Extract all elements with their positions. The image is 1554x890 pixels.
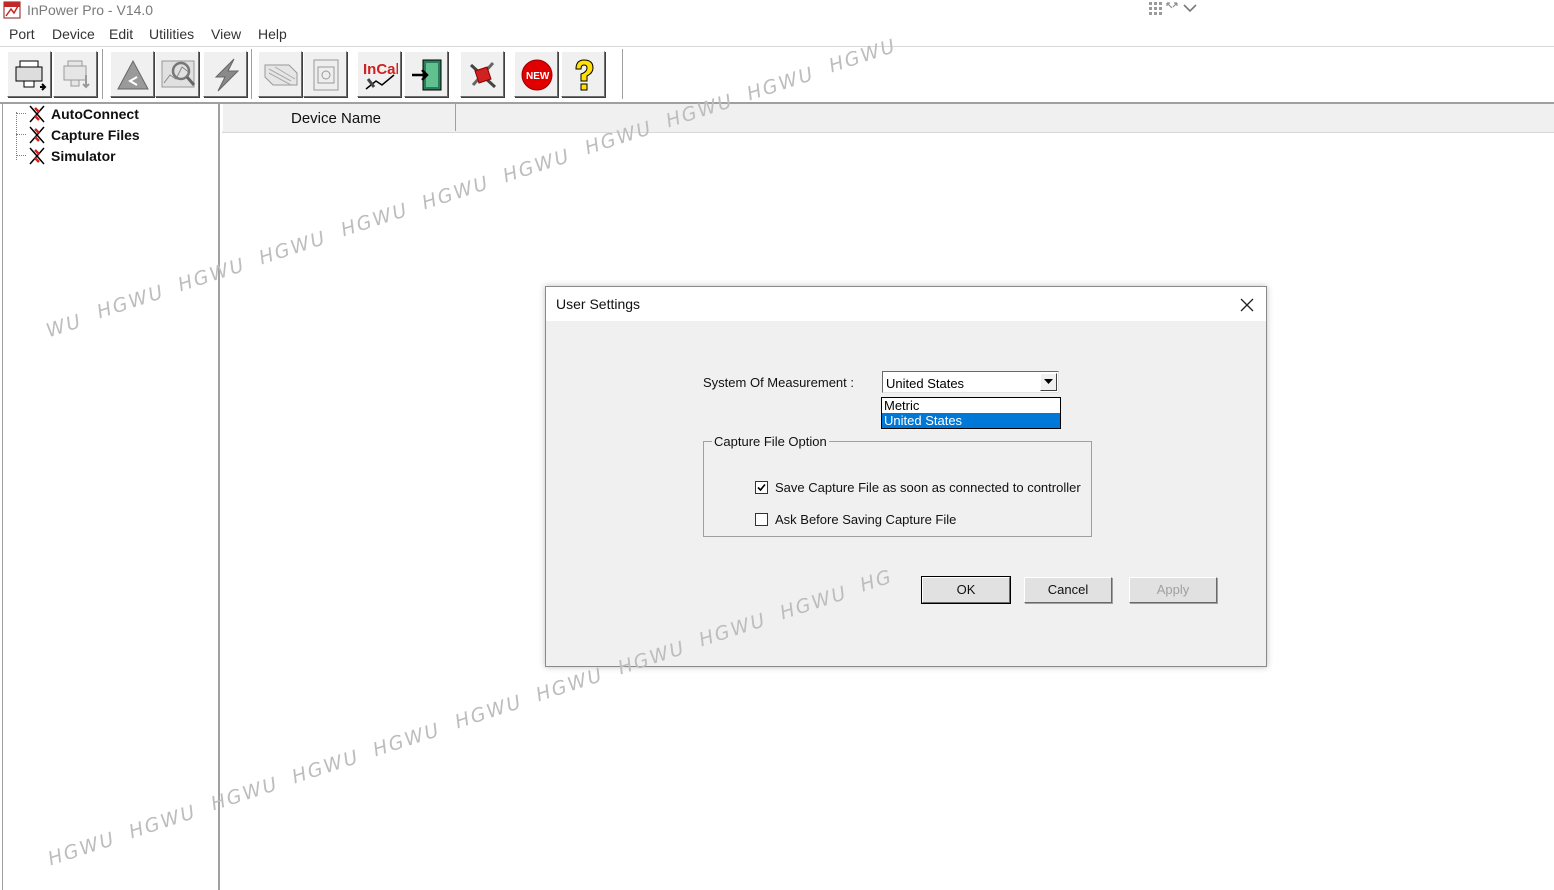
toolbar-separator [102,49,103,99]
plug-icon [29,105,45,123]
toolbar-separator [622,49,623,99]
close-icon[interactable] [1234,293,1260,317]
capture-icon [264,64,298,86]
column-header-device-name[interactable]: Device Name [222,104,456,131]
menu-edit[interactable]: Edit [109,26,133,42]
menu-bar: Port Device Edit Utilities View Help [0,22,1554,47]
toolbar-separator [251,49,252,99]
disconnect-icon [63,60,90,89]
ask-before-saving-checkbox[interactable] [755,513,768,526]
app-icon [3,1,21,19]
incal-icon: InCal [363,61,398,90]
flash-icon [214,58,240,92]
dropdown-button[interactable] [1040,373,1057,391]
ok-button[interactable]: OK [921,576,1011,604]
svg-text:NEW: NEW [526,71,550,82]
disconnect-button[interactable] [53,51,97,97]
ask-before-saving-label[interactable]: Ask Before Saving Capture File [775,512,956,527]
capture-file-option-group: Capture File Option Save Capture File as… [703,434,1092,537]
monitor-button[interactable] [155,51,199,97]
menu-device[interactable]: Device [52,26,95,42]
chevron-down-icon [1044,379,1053,384]
upload-button[interactable] [110,51,154,97]
expand-icon[interactable] [1164,0,1182,16]
menu-view[interactable]: View [211,26,241,42]
help-button[interactable] [561,51,605,97]
exit-icon [412,59,442,91]
dialog-title: User Settings [556,296,641,312]
dialog-title-bar: User Settings [546,287,1266,321]
save-capture-checkbox[interactable] [755,481,768,494]
device-tree: AutoConnect Capture Files Simulator [2,104,220,890]
new-icon: NEW [521,59,553,91]
title-bar: InPower Pro - V14.0 [0,0,1554,22]
reports-icon [313,59,339,91]
flash-button[interactable] [203,51,247,97]
apply-button[interactable]: Apply [1129,577,1217,603]
help-icon [575,59,594,91]
option-metric[interactable]: Metric [882,398,1060,413]
column-header-label: Device Name [291,110,382,127]
window-title: InPower Pro - V14.0 [27,2,154,18]
connect-button[interactable] [7,51,51,97]
tools-button[interactable] [460,51,504,97]
cancel-button[interactable]: Cancel [1024,577,1112,603]
option-united-states[interactable]: United States [882,413,1060,428]
menu-port[interactable]: Port [9,26,35,42]
measurement-dropdown-list: Metric United States [881,397,1061,429]
list-header: Device Name [222,104,1554,133]
plug-icon [29,147,45,165]
incal-button[interactable]: InCal [357,51,401,97]
menu-help[interactable]: Help [258,26,287,42]
toolbar: InCal NEW [0,47,1554,104]
group-label: Capture File Option [712,434,829,449]
measurement-select[interactable]: United States [882,371,1059,393]
measurement-value: United States [886,376,965,391]
tree-line [16,112,17,160]
exit-button[interactable] [404,51,448,97]
chevron-down-icon[interactable] [1181,0,1199,16]
connect-icon [15,60,47,91]
upload-icon [117,59,149,90]
reports-button[interactable] [303,51,347,97]
user-settings-dialog: User Settings System Of Measurement : Un… [545,286,1267,667]
tree-item-label: Capture Files [51,127,140,143]
new-button[interactable]: NEW [514,51,558,97]
checkmark-icon [757,483,766,492]
capture-button[interactable] [258,51,302,97]
measurement-label: System Of Measurement : [703,375,854,390]
plug-icon [29,126,45,144]
save-capture-label[interactable]: Save Capture File as soon as connected t… [775,480,1081,495]
tree-item-label: AutoConnect [51,106,139,122]
tree-item-label: Simulator [51,148,116,164]
tools-icon [469,61,497,89]
menu-utilities[interactable]: Utilities [149,26,194,42]
monitor-icon [161,60,196,88]
